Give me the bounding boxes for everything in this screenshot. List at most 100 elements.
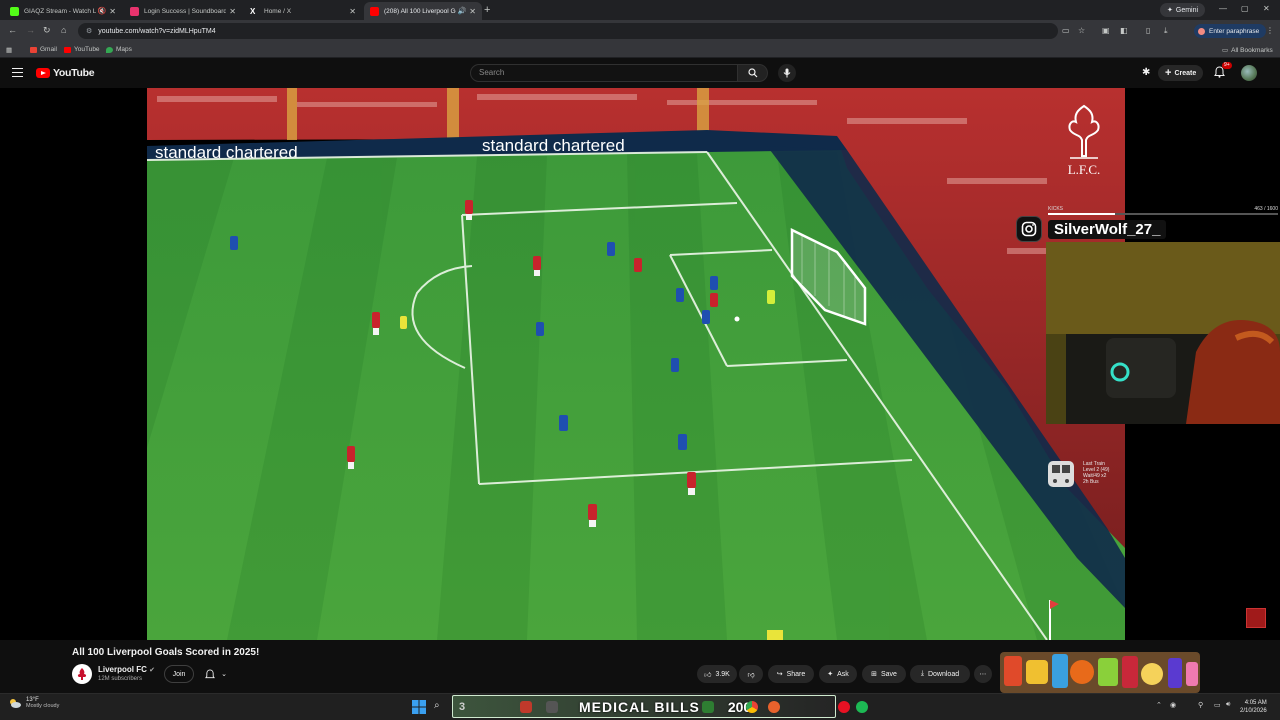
windows-start-icon[interactable] xyxy=(412,700,426,714)
kicks-progress-track xyxy=(1048,213,1278,215)
kicks-progress-fill xyxy=(1048,213,1115,215)
location-icon[interactable]: ⚲ xyxy=(1198,701,1203,709)
recommended-thumbnail[interactable] xyxy=(1000,652,1200,693)
folder-icon: ▭ xyxy=(1222,47,1229,54)
channel-watermark-icon[interactable] xyxy=(1246,608,1266,628)
toolbar: ← → ↻ ⌂ ⚙ youtube.com/watch?v=zidMLHpuTM… xyxy=(0,20,1280,42)
search-button[interactable] xyxy=(738,64,768,82)
search-icon xyxy=(747,68,757,78)
install-app-icon[interactable]: ▭ xyxy=(1062,26,1070,35)
share-button[interactable]: ↪ Share xyxy=(768,665,814,683)
forward-button[interactable]: → xyxy=(26,25,35,35)
close-window-button[interactable]: ✕ xyxy=(1263,4,1270,13)
app-icon-terminal[interactable] xyxy=(546,701,558,713)
cast-settings-icon[interactable]: ✱ xyxy=(1142,67,1150,78)
taskbar-search-icon[interactable]: ⌕ xyxy=(434,700,448,714)
board-text-right: standard chartered xyxy=(482,136,625,155)
webcam-feed xyxy=(1046,242,1280,424)
download-button[interactable]: ⤓ Download xyxy=(910,665,970,683)
account-avatar[interactable] xyxy=(1241,65,1257,81)
maximize-button[interactable]: ▢ xyxy=(1241,4,1249,13)
tab-kick-stream[interactable]: GIAQZ Stream - Watch Live 🔇 ✕ xyxy=(4,2,122,20)
save-button[interactable]: ⊞ Save xyxy=(862,665,906,683)
subscribe-notifications-button[interactable]: ⌄ xyxy=(198,665,234,683)
tab-x-home[interactable]: X Home / X ✕ xyxy=(244,2,362,20)
youtube-logo[interactable]: YouTube xyxy=(36,67,95,79)
chevron-down-icon: ⌄ xyxy=(221,671,227,678)
all-bookmarks[interactable]: ▭ All Bookmarks xyxy=(1222,46,1273,55)
microphone-icon xyxy=(783,68,791,78)
notification-badge: 9+ xyxy=(1222,62,1232,69)
app-icon-excel[interactable] xyxy=(702,701,714,713)
voice-search-button[interactable] xyxy=(778,64,796,82)
chrome-icon[interactable] xyxy=(746,701,758,713)
channel-name[interactable]: Liverpool FC ✔ xyxy=(98,665,155,674)
more-actions-button[interactable]: ⋯ xyxy=(974,665,992,683)
back-button[interactable]: ← xyxy=(8,25,17,35)
youtube-play-logo-icon xyxy=(36,68,50,78)
youtube-favicon-icon xyxy=(370,6,379,16)
instagram-handle-overlay: SilverWolf_27_ xyxy=(1016,216,1167,242)
bookmarks-bar: ▦ Gmail YouTube Maps ▭ All Bookmarks xyxy=(0,42,1280,58)
extension-icon[interactable]: ▣ xyxy=(1102,26,1110,35)
site-info-icon[interactable]: ⚙ xyxy=(86,27,92,35)
weather-widget[interactable]: 13°F Mostly cloudy xyxy=(8,697,59,709)
dislike-button[interactable]: 👎︎ xyxy=(739,665,763,683)
firefox-icon[interactable] xyxy=(768,701,780,713)
join-button[interactable]: Join xyxy=(164,665,194,683)
spotify-icon[interactable] xyxy=(856,701,868,713)
tab-soundboard[interactable]: Login Success | Soundboard Bot ✕ xyxy=(124,2,242,20)
video-title: All 100 Liverpool Goals Scored in 2025! xyxy=(72,647,260,658)
hamburger-menu-icon[interactable] xyxy=(12,68,23,77)
extensions-puzzle-icon[interactable]: ◧ xyxy=(1120,26,1128,35)
system-clock[interactable]: 4:05 AM 2/10/2026 xyxy=(1240,699,1267,715)
close-tab-icon[interactable]: ✕ xyxy=(229,7,236,16)
kick-favicon-icon xyxy=(10,6,19,16)
save-bookmark-icon: ⊞ xyxy=(871,671,877,678)
bookmark-star-icon[interactable]: ☆ xyxy=(1078,26,1085,35)
home-button[interactable]: ⌂ xyxy=(61,25,66,35)
tab-youtube-active[interactable]: (208) All 100 Liverpool Goals 🔊 ✕ xyxy=(364,2,482,20)
bookmark-maps[interactable]: Maps xyxy=(106,46,132,53)
video-player[interactable]: standard chartered standard chartered xyxy=(147,88,1125,640)
close-tab-icon[interactable]: ✕ xyxy=(349,7,356,16)
mute-icon[interactable]: 🔇 xyxy=(98,7,107,15)
audio-playing-icon[interactable]: 🔊 xyxy=(458,7,467,15)
close-tab-icon[interactable]: ✕ xyxy=(109,7,116,16)
close-tab-icon[interactable]: ✕ xyxy=(469,7,476,16)
football-pitch-frame: standard chartered standard chartered xyxy=(147,88,1125,640)
address-bar[interactable]: ⚙ youtube.com/watch?v=zidMLHpuTM4 xyxy=(78,23,1058,39)
app-icon-red[interactable] xyxy=(520,701,532,713)
volume-icon[interactable]: 🔊︎ xyxy=(1226,701,1230,709)
tray-app-icon[interactable]: ◉ xyxy=(1170,701,1176,709)
paraphrase-button[interactable]: Enter paraphrase xyxy=(1194,24,1267,38)
create-button[interactable]: + Create xyxy=(1158,65,1204,81)
youtube-icon xyxy=(64,46,71,53)
gemini-button[interactable]: ✦ Gemini xyxy=(1160,3,1206,17)
bell-icon xyxy=(205,668,216,678)
ask-button[interactable]: ✦ Ask xyxy=(819,665,857,683)
lfc-crest-logo: L.F.C. xyxy=(1068,104,1100,177)
tray-overflow-icon[interactable]: ⌃ xyxy=(1156,701,1162,709)
minimize-button[interactable]: — xyxy=(1219,4,1227,13)
app-icon-record[interactable] xyxy=(838,701,850,713)
gemini-icon: ✦ xyxy=(1167,7,1173,14)
bookmark-youtube[interactable]: YouTube xyxy=(64,46,100,53)
subscriber-count: 12M subscribers xyxy=(98,676,143,682)
search-input[interactable]: Search xyxy=(470,64,738,82)
thumbs-down-icon: 👎︎ xyxy=(747,671,755,679)
chrome-menu-icon[interactable]: ⋮ xyxy=(1266,26,1274,35)
profile-dot-icon xyxy=(1198,27,1205,35)
bookmark-gmail[interactable]: Gmail xyxy=(30,46,57,53)
more-dots-icon: ⋯ xyxy=(979,671,987,678)
like-button[interactable]: 👍︎ 3.9K xyxy=(697,665,737,683)
download-icon[interactable]: ⤓ xyxy=(1164,26,1168,36)
display-icon[interactable]: ▭ xyxy=(1214,701,1221,709)
x-favicon-icon: X xyxy=(250,6,256,16)
apps-grid-icon[interactable]: ▦ xyxy=(6,46,12,54)
new-tab-button[interactable]: + xyxy=(484,4,490,16)
verified-check-icon: ✔ xyxy=(149,667,155,674)
reload-button[interactable]: ↻ xyxy=(43,25,51,36)
side-panel-icon[interactable]: ▯ xyxy=(1146,26,1150,35)
channel-avatar[interactable] xyxy=(72,664,92,684)
